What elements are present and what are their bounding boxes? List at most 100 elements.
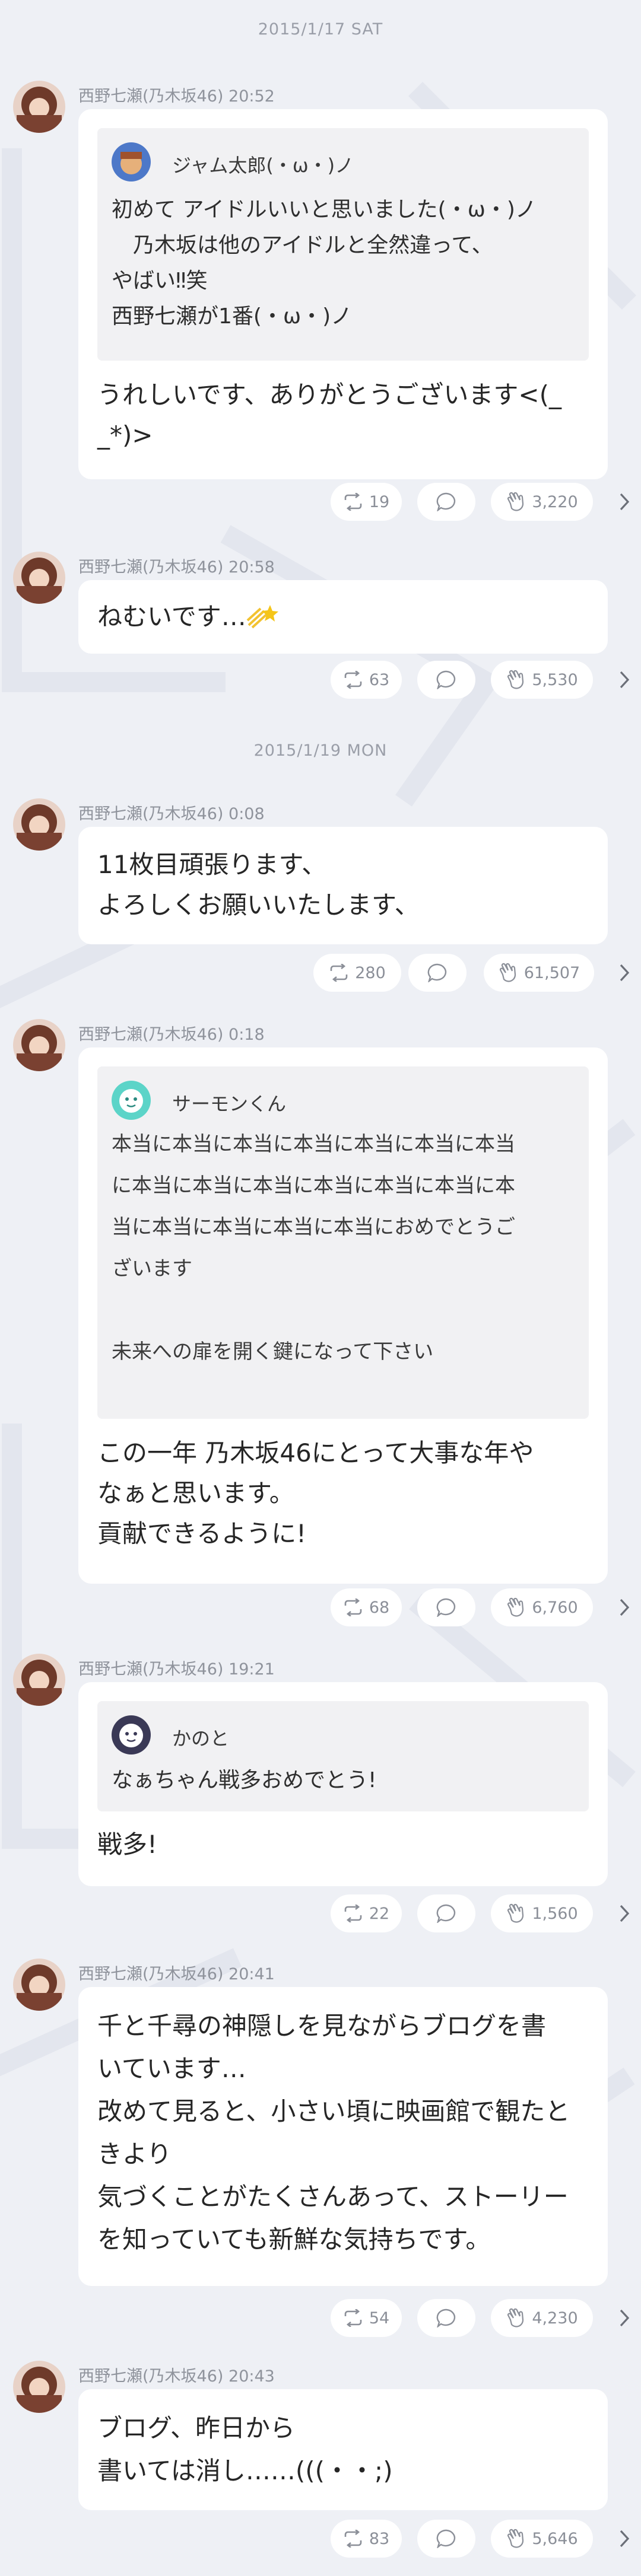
message-text: うれしいです、ありがとうございます<(_ _*)> [97,380,561,450]
message-text: 戦多! [97,1830,157,1859]
message-header: 西野七瀬(乃木坂46) 20:41 [78,1965,275,1983]
clap-count: 4,230 [532,2308,578,2327]
message-bubble: かのと なぁちゃん戦多おめでとう! 戦多! [78,1682,608,1886]
comment-button[interactable] [417,661,475,699]
retweet-count: 68 [369,1598,390,1617]
retweet-count: 280 [355,963,386,982]
comment-button[interactable] [417,1894,475,1932]
speech-bubble-icon [436,2529,456,2548]
clap-button[interactable]: 1,560 [491,1894,593,1932]
speech-bubble-icon [436,2308,456,2327]
chevron-right-icon[interactable] [617,2529,632,2549]
retweet-button[interactable]: 63 [331,661,402,699]
comment-button[interactable] [408,954,467,992]
quoted-text: 初めて アイドルいいと思いました(・ω・)ノ 乃木坂は他のアイドルと全然違って、… [112,198,537,329]
retweet-button[interactable]: 19 [331,483,402,521]
clap-icon [507,2529,524,2548]
speech-bubble-icon [436,1904,456,1923]
clap-count: 5,530 [532,670,578,689]
message-bubble: ねむいです… [78,580,608,654]
quoted-text: なぁちゃん戦多おめでとう! [112,1768,377,1792]
comment-button[interactable] [417,483,475,521]
avatar[interactable] [13,1019,65,1071]
speech-bubble-icon [436,1598,456,1617]
shooting-star-icon [246,605,278,629]
chevron-right-icon[interactable] [617,1597,632,1617]
retweet-icon [344,671,362,689]
message-bubble: サーモンくん 本当に本当に本当に本当に本当に本当に本当 に本当に本当に本当に本当に… [78,1047,608,1584]
clap-icon [507,492,524,511]
clap-count: 5,646 [532,2529,578,2548]
clap-button[interactable]: 3,220 [491,483,593,521]
clap-count: 1,560 [532,1904,578,1923]
quoted-comment: かのと なぁちゃん戦多おめでとう! [97,1701,589,1811]
quoted-comment: サーモンくん 本当に本当に本当に本当に本当に本当に本当 に本当に本当に本当に本当に… [97,1066,589,1419]
retweet-icon [344,1905,362,1922]
message-header: 西野七瀬(乃木坂46) 20:58 [78,558,275,577]
clap-icon [507,1903,524,1923]
retweet-icon [344,1599,362,1616]
retweet-button[interactable]: 22 [331,1894,402,1932]
quoted-text: 本当に本当に本当に本当に本当に本当に本当 に本当に本当に本当に本当に本当に本当に本… [112,1132,515,1364]
retweet-icon [330,964,348,982]
message-header: 西野七瀬(乃木坂46) 19:21 [78,1660,275,1679]
commenter-name: かのと [172,1727,230,1750]
date-separator: 2015/1/17 SAT [258,20,383,39]
avatar[interactable] [13,798,65,851]
commenter-name: ジャム太郎(・ω・)ノ [172,154,354,177]
retweet-count: 63 [369,670,390,689]
clap-icon [499,963,516,982]
retweet-count: 19 [369,492,390,511]
retweet-count: 83 [369,2529,390,2548]
chevron-right-icon[interactable] [617,963,632,983]
message-text: ねむいです… [97,597,278,637]
clap-icon [507,1597,524,1617]
clap-count: 3,220 [532,492,578,511]
retweet-icon [344,2309,362,2327]
comment-button[interactable] [417,2299,475,2337]
avatar[interactable] [13,81,65,133]
message-bubble: 千と千尋の神隠しを見ながらブログを書 いています… 改めて見ると、小さい頃に映画館で… [78,1987,608,2286]
clap-icon [507,2308,524,2327]
message-bubble: ブログ、昨日から 書いては消し……(((・・;) [78,2389,608,2510]
clap-button[interactable]: 6,760 [491,1588,593,1626]
quoted-comment: ジャム太郎(・ω・)ノ 初めて アイドルいいと思いました(・ω・)ノ 乃木坂は他… [97,128,589,361]
chevron-right-icon[interactable] [617,1903,632,1924]
retweet-button[interactable]: 83 [331,2520,402,2558]
message-header: 西野七瀬(乃木坂46) 20:43 [78,2367,275,2386]
retweet-button[interactable]: 280 [313,954,401,992]
message-text: ブログ、昨日から 書いては消し……(((・・;) [97,2413,393,2485]
retweet-count: 54 [369,2308,390,2327]
clap-count: 6,760 [532,1598,578,1617]
avatar[interactable] [13,1654,65,1706]
avatar[interactable] [13,1959,65,2011]
retweet-button[interactable]: 68 [331,1588,402,1626]
comment-button[interactable] [417,2520,475,2558]
retweet-icon [344,493,362,511]
speech-bubble-icon [436,670,456,689]
message-text: この一年 乃木坂46にとって大事な年や なぁと思います。 貢献できるように! [97,1438,534,1548]
clap-button[interactable]: 5,646 [491,2520,593,2558]
message-text: 千と千尋の神隠しを見ながらブログを書 いています… 改めて見ると、小さい頃に映画館で… [97,2011,570,2254]
commenter-avatar [112,1081,151,1120]
clap-button[interactable]: 5,530 [491,661,593,699]
message-header: 西野七瀬(乃木坂46) 0:18 [78,1026,265,1044]
speech-bubble-icon [436,492,456,511]
message-text: 11枚目頑張ります、 よろしくお願いいたします、 [97,850,420,919]
date-separator: 2015/1/19 MON [253,741,388,760]
message-bubble: 11枚目頑張ります、 よろしくお願いいたします、 [78,827,608,944]
clap-button[interactable]: 61,507 [484,954,594,992]
chevron-right-icon[interactable] [617,492,632,512]
clap-button[interactable]: 4,230 [491,2299,593,2337]
commenter-avatar [112,1715,151,1755]
retweet-count: 22 [369,1904,390,1923]
avatar[interactable] [13,2361,65,2413]
message-header: 西野七瀬(乃木坂46) 20:52 [78,87,275,106]
avatar[interactable] [13,552,65,604]
chevron-right-icon[interactable] [617,2308,632,2328]
chevron-right-icon[interactable] [617,670,632,690]
retweet-button[interactable]: 54 [331,2299,402,2337]
message-bubble: ジャム太郎(・ω・)ノ 初めて アイドルいいと思いました(・ω・)ノ 乃木坂は他… [78,109,608,479]
speech-bubble-icon [427,963,447,982]
comment-button[interactable] [417,1588,475,1626]
